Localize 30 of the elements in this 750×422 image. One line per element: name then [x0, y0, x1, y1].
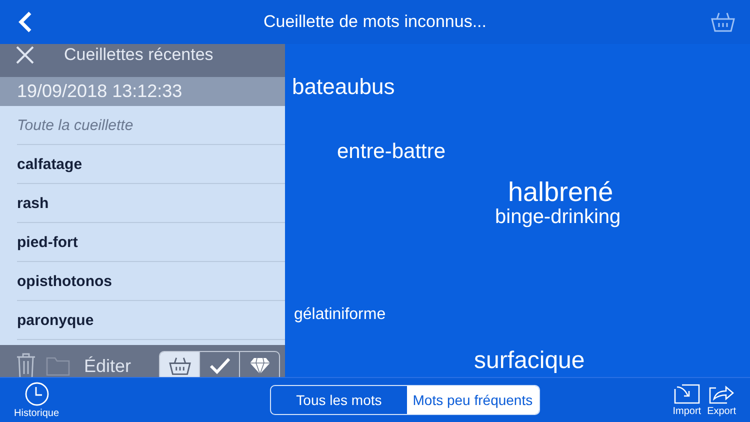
cloud-word[interactable]: gélatiniforme — [294, 306, 386, 324]
list-item[interactable]: opisthotonos — [17, 262, 285, 301]
list-item[interactable]: rash — [17, 184, 285, 223]
basket-icon[interactable] — [710, 11, 736, 33]
basket-icon — [168, 356, 192, 376]
clock-icon[interactable] — [24, 382, 49, 406]
checkmark-icon — [208, 357, 231, 375]
cloud-word[interactable]: entre-battre — [337, 140, 446, 164]
basket-filter-button[interactable] — [160, 352, 200, 377]
close-icon[interactable] — [16, 46, 34, 64]
cloud-word[interactable]: halbrené — [508, 178, 614, 208]
list-item[interactable]: calfatage — [17, 145, 285, 184]
trash-icon[interactable] — [16, 353, 36, 377]
edit-button[interactable]: Éditer — [84, 356, 132, 376]
cloud-word[interactable]: bateaubus — [292, 75, 395, 100]
panel-title: Cueillettes récentes — [64, 45, 214, 65]
import-icon[interactable] — [674, 384, 700, 404]
list-item[interactable]: paronyque — [17, 301, 285, 340]
back-icon[interactable] — [18, 11, 32, 33]
history-label[interactable]: Historique — [14, 408, 60, 418]
export-icon[interactable] — [708, 384, 735, 404]
import-label[interactable]: Import — [672, 406, 702, 416]
segment-tab[interactable]: Tous les mots — [271, 386, 407, 414]
list-item[interactable]: Toute la cueillette — [17, 106, 285, 145]
screen-title: Cueillette de mots inconnus... — [263, 12, 486, 32]
list-item[interactable]: pied-fort — [17, 223, 285, 262]
segment-tab[interactable]: Mots peu fréquents — [406, 386, 539, 414]
cloud-word[interactable]: surfacique — [474, 348, 585, 374]
export-label[interactable]: Export — [707, 406, 736, 416]
cloud-word[interactable]: binge-drinking — [495, 206, 621, 228]
